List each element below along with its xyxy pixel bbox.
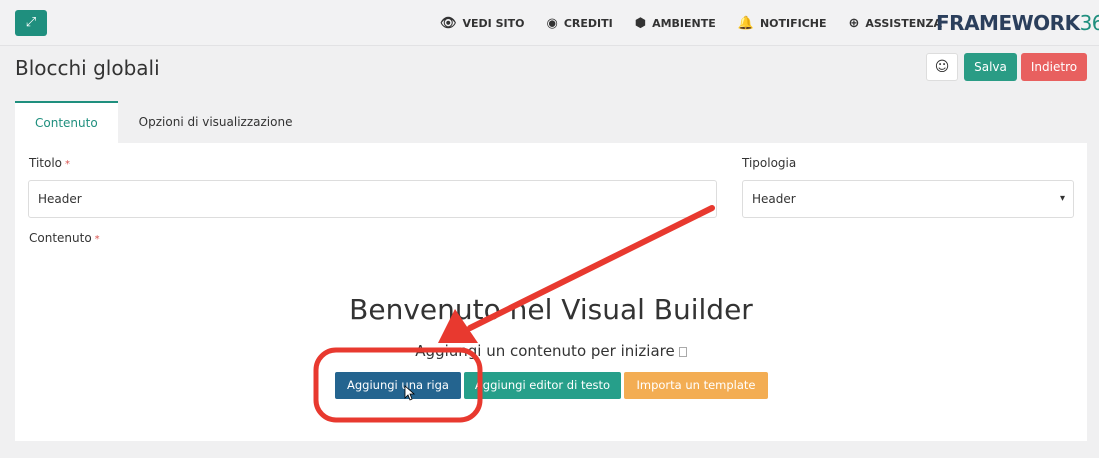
nav-assistenza[interactable]: ⊕ ASSISTENZA	[849, 16, 943, 31]
nav-crediti[interactable]: ◉ CREDITI	[546, 16, 612, 31]
eye-icon: 👁	[440, 15, 457, 31]
add-text-editor-button[interactable]: Aggiungi editor di testo	[464, 372, 621, 399]
required-mark: *	[65, 159, 71, 170]
tab-bar: Contenuto Opzioni di visualizzazione	[15, 101, 313, 143]
content-label-text: Contenuto	[29, 231, 92, 245]
nav-vedi-sito[interactable]: 👁 VEDI SITO	[440, 16, 524, 31]
builder-heading: Benvenuto nel Visual Builder	[349, 293, 753, 326]
top-bar: ⤢ 👁 VEDI SITO ◉ CREDITI ⬢ AMBIENTE 🔔 NOT…	[0, 0, 1099, 46]
cubes-icon: ⬢	[634, 15, 647, 31]
type-label: Tipologia	[742, 156, 797, 170]
nav-label: AMBIENTE	[652, 16, 716, 30]
nav-label: ASSISTENZA	[865, 16, 942, 30]
title-input[interactable]: Header	[28, 180, 717, 218]
import-template-button[interactable]: Importa un template	[624, 372, 768, 399]
content-panel: Titolo * Header Tipologia Header ▾ Conten…	[15, 143, 1087, 441]
builder-subheading-text: Aggiungi un contenuto per iniziare	[415, 342, 675, 360]
emoji-button[interactable]: ☺	[926, 53, 958, 81]
type-select-value: Header	[752, 192, 796, 206]
nav-label: CREDITI	[563, 16, 613, 30]
placeholder-glyph-icon	[678, 346, 687, 357]
back-button[interactable]: Indietro	[1021, 53, 1087, 81]
nav-label: VEDI SITO	[462, 16, 525, 30]
builder-subheading: Aggiungi un contenuto per iniziare	[15, 342, 1087, 360]
brand-number: 360	[1079, 11, 1099, 35]
title-label: Titolo *	[29, 156, 70, 170]
save-button[interactable]: Salva	[964, 53, 1017, 81]
smiley-icon: ☺	[934, 59, 950, 75]
coins-icon: ◉	[546, 15, 558, 31]
expand-icon[interactable]: ⤢	[15, 10, 47, 36]
nav-ambiente[interactable]: ⬢ AMBIENTE	[635, 16, 716, 31]
brand-text: FRAMEWORK	[936, 11, 1080, 35]
top-nav: 👁 VEDI SITO ◉ CREDITI ⬢ AMBIENTE 🔔 NOTIF…	[440, 0, 942, 46]
tab-opzioni-visualizzazione[interactable]: Opzioni di visualizzazione	[118, 101, 314, 143]
add-row-button[interactable]: Aggiungi una riga	[335, 372, 461, 399]
lifebuoy-icon: ⊕	[848, 15, 860, 31]
content-label: Contenuto *	[29, 231, 100, 245]
nav-label: NOTIFICHE	[759, 16, 827, 30]
nav-notifiche[interactable]: 🔔 NOTIFICHE	[738, 16, 827, 31]
brand-logo[interactable]: FRAMEWORK360	[936, 11, 1099, 35]
title-label-text: Titolo	[29, 156, 63, 170]
tab-contenuto[interactable]: Contenuto	[15, 101, 118, 143]
page-title: Blocchi globali	[15, 56, 160, 80]
chevron-down-icon: ▾	[1059, 193, 1065, 204]
required-mark: *	[94, 234, 100, 245]
type-select[interactable]: Header ▾	[742, 180, 1074, 218]
bell-icon: 🔔	[737, 15, 754, 31]
